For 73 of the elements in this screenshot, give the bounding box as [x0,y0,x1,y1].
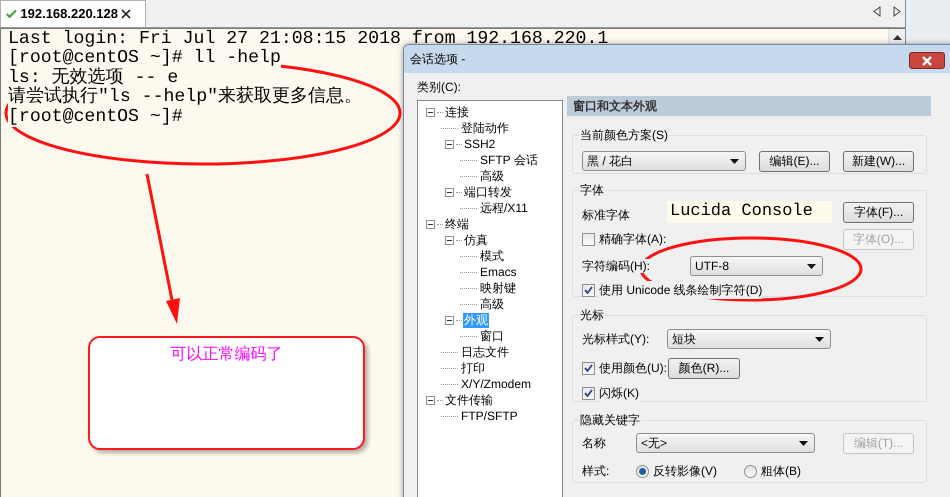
dialog-button[interactable]: 颜色(R)... [668,358,740,378]
dropdown[interactable]: UTF-8 [690,256,823,276]
group-title: 隐藏关键字 [579,412,641,429]
tree-item[interactable]: Emacs [479,264,518,280]
tree-item[interactable]: 高级 [479,296,505,312]
collapse-icon[interactable] [445,188,454,196]
tree-item[interactable]: 连接 [444,104,470,120]
collapse-icon[interactable] [426,396,435,404]
checkbox-label: 使用颜色(U): [599,359,667,377]
tree-item[interactable]: 终端 [444,216,470,232]
checkbox[interactable] [582,232,595,246]
tree-item[interactable]: FTP/SFTP [460,408,519,424]
close-button[interactable] [909,52,945,69]
tree-item[interactable]: 打印 [460,360,486,376]
dialog-button[interactable]: 字体(F)... [843,202,914,222]
caret-icon [815,336,824,342]
field-label: 名称 [582,436,606,450]
checkbox-label: 闪烁(K) [599,384,639,402]
tree-item[interactable]: SFTP 会话 [479,152,539,168]
checkbox-label: 使用 Unicode 线条绘制字符(D) [599,281,762,299]
close-icon [921,56,933,66]
tree-item[interactable]: 端口转发 [463,184,513,200]
collapse-icon[interactable] [426,220,435,228]
group-title: 光标 [579,307,605,324]
checkbox[interactable] [582,284,595,296]
radio-label: 粗体(B) [761,463,801,480]
tree-item[interactable]: 登陆动作 [460,120,510,136]
group-title: 当前颜色方案(S) [579,127,669,144]
checkbox-label: 精确字体(A): [599,230,666,248]
scroll-right-icon[interactable] [893,6,901,17]
field-label: 标准字体 [582,208,630,222]
category-label: 类别(C): [417,80,461,94]
tree-item[interactable]: 窗口 [479,328,505,344]
checkbox[interactable] [582,386,595,400]
caret-icon [730,158,739,164]
dialog-button[interactable]: 编辑(E)... [759,150,830,172]
callout-text: 可以正常编码了 [170,345,282,365]
radio-label: 反转影像(V) [653,463,717,480]
dropdown[interactable]: 黑 / 花白 [582,151,746,171]
tree-item[interactable]: 高级 [479,168,505,184]
caret-icon [807,264,816,268]
panel-header: 窗口和文本外观 [567,96,931,116]
tree-item[interactable]: SSH2 [463,136,496,152]
tree-item[interactable]: 日志文件 [460,344,510,360]
collapse-icon[interactable] [445,236,454,244]
dialog-button[interactable]: 新建(W)... [843,150,914,172]
tree-item[interactable]: 映射键 [479,280,517,296]
caret-icon [799,440,808,446]
field-label: 光标样式(Y): [582,332,650,346]
radio-button[interactable] [636,464,649,478]
collapse-icon[interactable] [426,108,435,116]
window-title: 会话选项 - [410,51,466,68]
group-title: 字体 [579,182,605,199]
tree-item[interactable]: 模式 [479,248,505,264]
tree-item[interactable]: X/Y/Zmodem [460,376,532,392]
tree-item[interactable]: 远程/X11 [479,200,529,216]
close-icon[interactable] [121,9,131,19]
dropdown[interactable]: 短块 [667,329,831,349]
scroll-up-icon[interactable] [892,35,902,40]
tree-item[interactable]: 文件传输 [444,392,494,408]
checkmark-icon [6,8,18,20]
session-tab[interactable]: 192.168.220.128 [0,0,146,27]
collapse-icon[interactable] [445,316,454,324]
field-label: 样式: [582,464,610,478]
scroll-left-icon[interactable] [873,6,881,17]
checkbox[interactable] [582,362,595,374]
radio-button[interactable] [744,464,757,478]
field-label: 字符编码(H): [582,259,650,273]
collapse-icon[interactable] [445,140,454,148]
tree-item[interactable]: 仿真 [463,232,489,248]
radio-dot-icon [639,468,646,474]
dropdown[interactable]: <无> [636,433,815,453]
font-name-display: Lucida Console [667,201,832,223]
